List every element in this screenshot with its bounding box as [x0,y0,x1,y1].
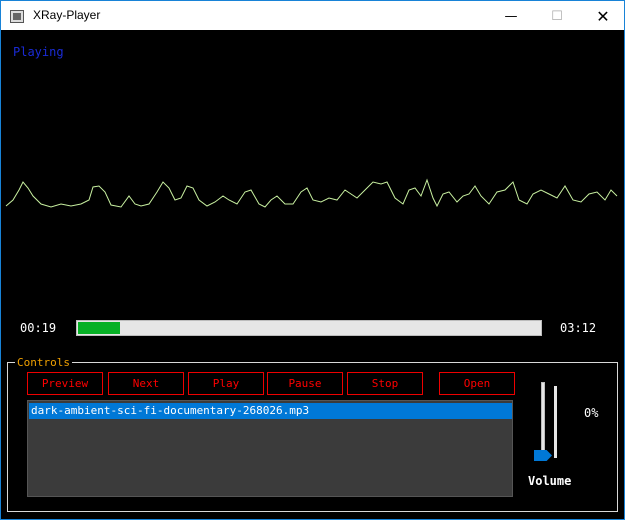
playlist[interactable]: dark-ambient-sci-fi-documentary-268026.m… [27,400,513,497]
volume-slider[interactable] [541,382,545,456]
status-text: Playing [13,45,64,59]
pause-button[interactable]: Pause [267,372,343,395]
minimize-button[interactable]: — [488,1,534,31]
close-button[interactable]: ✕ [580,1,625,31]
title-bar: XRay-Player — ☐ ✕ [0,0,625,30]
play-button[interactable]: Play [188,372,264,395]
playlist-item[interactable]: dark-ambient-sci-fi-documentary-268026.m… [29,403,512,419]
next-button[interactable]: Next [108,372,184,395]
window-title: XRay-Player [33,8,101,22]
seek-bar-fill [78,322,120,334]
open-button[interactable]: Open [439,372,515,395]
stop-button[interactable]: Stop [347,372,423,395]
volume-slider-track [554,386,557,458]
maximize-button[interactable]: ☐ [534,1,580,31]
volume-label: Volume [528,474,572,488]
waveform-display [5,178,618,208]
app-icon [10,10,24,23]
seek-bar[interactable] [76,320,542,336]
player-area: Playing 00:19 03:12 Controls Preview Nex… [0,30,625,520]
total-duration: 03:12 [560,321,597,335]
controls-group-label: Controls [15,356,72,369]
preview-button[interactable]: Preview [27,372,103,395]
elapsed-time: 00:19 [20,321,57,335]
volume-percent: 0% [584,406,599,420]
